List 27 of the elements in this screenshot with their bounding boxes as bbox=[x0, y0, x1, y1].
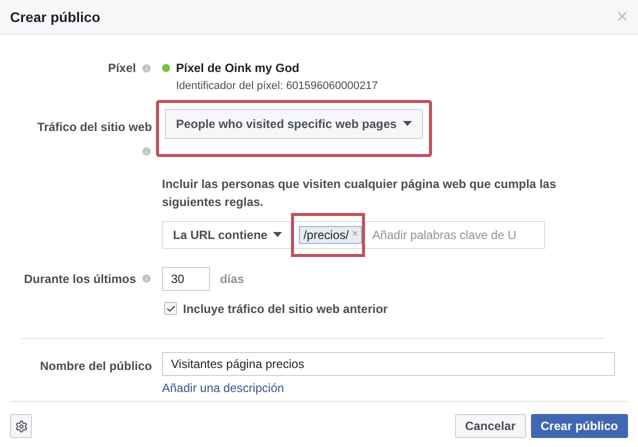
info-icon[interactable] bbox=[141, 273, 152, 284]
field-label: Píxel bbox=[108, 60, 136, 77]
add-description-link[interactable]: Añadir una descripción bbox=[162, 378, 284, 396]
pixel-name: Píxel de Oink my God bbox=[176, 60, 300, 77]
create-button[interactable]: Crear público bbox=[530, 414, 628, 438]
days-input[interactable]: 30 bbox=[162, 266, 210, 290]
traffic-dropdown[interactable]: People who visited specific web pages bbox=[165, 108, 423, 138]
checkbox[interactable] bbox=[164, 302, 177, 315]
keyword-field[interactable]: La URL contiene /precios/ × Añadir palabras clave de U bbox=[162, 220, 545, 248]
cancel-button[interactable]: Cancelar bbox=[454, 414, 526, 438]
rules-instruction: Incluir las personas que visiten cualquier página web que cumpla las siguientes reglas. bbox=[162, 176, 558, 210]
info-icon[interactable] bbox=[141, 62, 152, 74]
field-label: Durante los últimos bbox=[24, 270, 136, 288]
dialog-title: Crear público bbox=[10, 8, 100, 27]
audience-name-input[interactable]: Visitantes página precios bbox=[162, 352, 615, 376]
caret-icon bbox=[273, 232, 282, 237]
settings-icon bbox=[14, 420, 28, 432]
condition-dropdown[interactable]: La URL contiene bbox=[163, 222, 294, 248]
pixel-id: Identificador del píxel: 601596060000217 bbox=[176, 79, 378, 94]
info-icon[interactable] bbox=[141, 146, 152, 156]
keyword-tag[interactable]: /precios/ × bbox=[299, 226, 362, 244]
days-unit: días bbox=[220, 270, 244, 288]
caret-icon bbox=[402, 121, 412, 126]
checkbox-label: Incluye tráfico del sitio web anterior bbox=[183, 300, 388, 318]
field-label: Tráfico del sitio web bbox=[37, 118, 152, 136]
field-label: Nombre del público bbox=[40, 358, 152, 374]
settings-button[interactable] bbox=[10, 414, 32, 438]
